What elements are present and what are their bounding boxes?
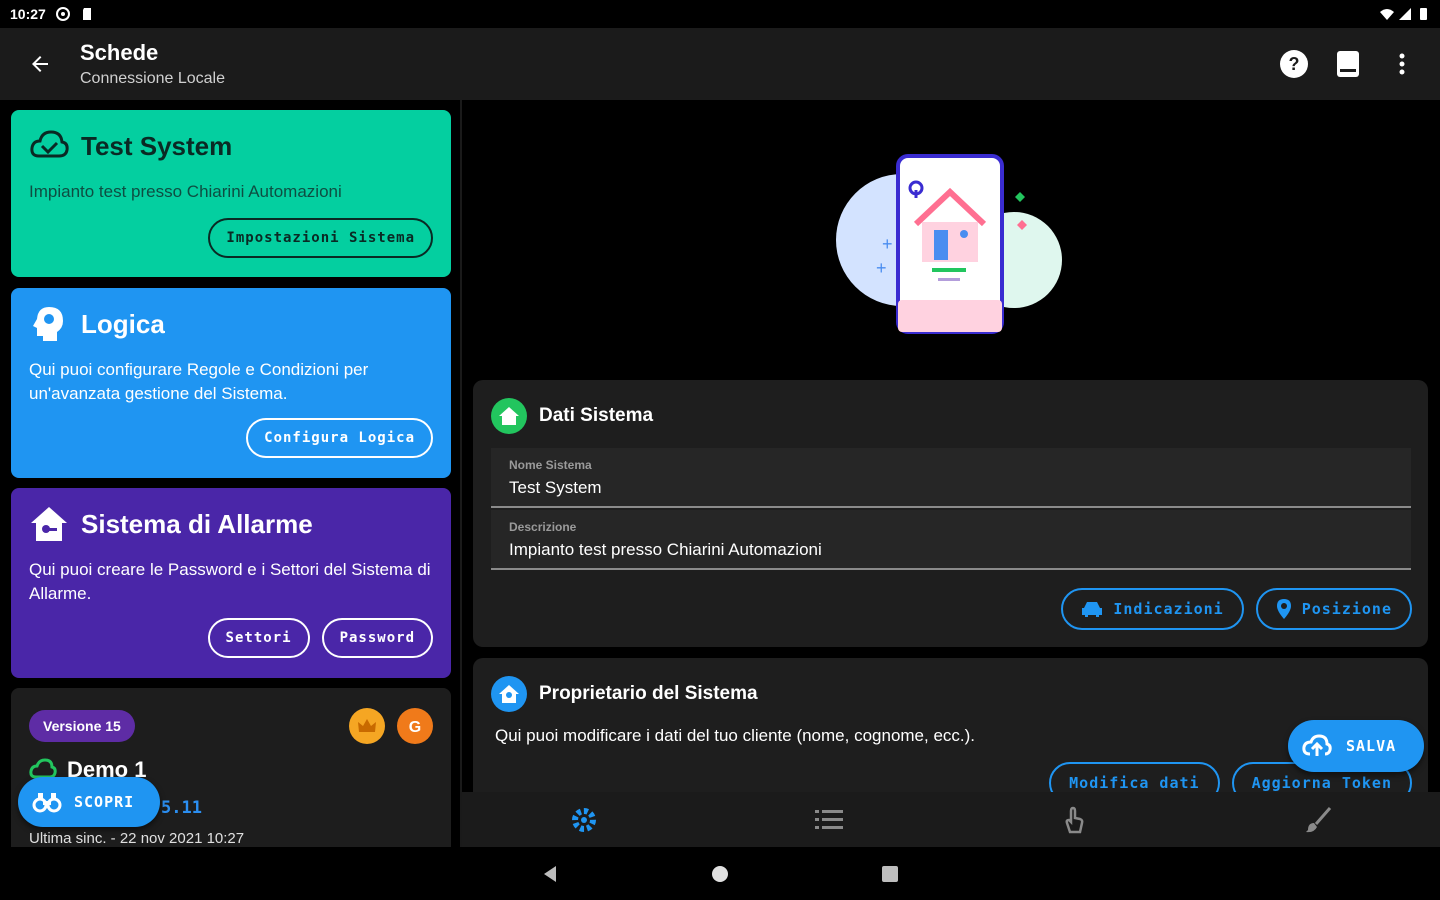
sync-icon xyxy=(55,7,70,21)
brush-icon xyxy=(1305,806,1331,832)
details-column: + + Dati Sistema Nome Sistema Test Syste… xyxy=(462,100,1440,847)
house-key-icon xyxy=(31,507,67,541)
posizione-button[interactable]: Posizione xyxy=(1255,588,1412,630)
nav-recents-button[interactable] xyxy=(880,864,900,884)
touch-icon xyxy=(1065,806,1084,833)
location-pin-icon xyxy=(1276,599,1291,619)
field-value: Test System xyxy=(509,478,602,497)
home-user-icon xyxy=(491,676,527,712)
svg-text:G: G xyxy=(409,719,421,736)
nav-home-button[interactable] xyxy=(710,864,730,884)
password-button[interactable]: Password xyxy=(321,618,433,658)
status-bar: 10:27 xyxy=(0,0,1440,28)
panel-title: Proprietario del Sistema xyxy=(539,683,758,704)
version-badge: Versione 15 xyxy=(29,710,135,742)
brain-head-icon xyxy=(33,307,63,341)
app-bar: Schede Connessione Locale ? xyxy=(0,28,1440,100)
card-title: Test System xyxy=(81,130,233,161)
sd-card-icon xyxy=(82,8,91,20)
manual-button[interactable] xyxy=(1332,48,1364,80)
signal-icon xyxy=(1399,8,1411,20)
last-sync: Ultima sinc. - 22 nov 2021 10:27 xyxy=(29,830,245,847)
more-options-button[interactable] xyxy=(1386,48,1418,80)
card-description: Qui puoi configurare Regole e Condizioni… xyxy=(29,360,369,403)
list-icon xyxy=(814,809,843,829)
svg-text:+: + xyxy=(882,234,893,254)
settings-icon xyxy=(572,807,597,832)
card-description: Impianto test presso Chiarini Automazion… xyxy=(29,182,342,201)
card-test-system: Test System Impianto test presso Chiarin… xyxy=(11,110,451,277)
arrow-back-icon xyxy=(32,56,48,72)
tab-brush[interactable] xyxy=(1196,792,1440,847)
tab-touch[interactable] xyxy=(951,792,1196,847)
page-subtitle: Connessione Locale xyxy=(80,70,225,87)
card-title: Sistema di Allarme xyxy=(81,508,313,539)
nome-sistema-field[interactable]: Nome Sistema Test System xyxy=(491,448,1411,508)
cloud-upload-icon xyxy=(1302,734,1332,756)
card-title: Logica xyxy=(81,308,165,339)
battery-icon xyxy=(1420,8,1427,20)
system-navigation-bar xyxy=(0,847,1440,900)
descrizione-field[interactable]: Descrizione Impianto test presso Chiarin… xyxy=(491,510,1411,570)
salva-fab[interactable]: SALVA xyxy=(1288,720,1424,772)
car-icon xyxy=(1082,602,1103,617)
dati-sistema-panel: Dati Sistema Nome Sistema Test System De… xyxy=(473,380,1428,647)
field-value: Impianto test presso Chiarini Automazion… xyxy=(509,540,822,559)
smart-home-illustration: + + xyxy=(836,154,1062,334)
scopri-label: SCOPRI xyxy=(74,793,135,811)
card-logica: Logica Qui puoi configurare Regole e Con… xyxy=(11,288,451,478)
indicazioni-button[interactable]: Indicazioni xyxy=(1061,588,1244,630)
home-icon xyxy=(491,398,527,434)
system-ip: 5.11 xyxy=(161,798,202,818)
tab-settings[interactable] xyxy=(462,792,707,847)
cards-column: Test System Impianto test presso Chiarin… xyxy=(0,100,460,847)
panel-description: Qui puoi modificare i dati del tuo clien… xyxy=(495,726,976,745)
google-assistant-icon: G xyxy=(397,708,433,744)
tab-list[interactable] xyxy=(707,792,952,847)
more-vert-icon xyxy=(1399,53,1405,75)
card-description: Qui puoi creare le Password e i Settori … xyxy=(29,560,431,603)
scopri-fab[interactable]: SCOPRI xyxy=(18,777,160,827)
settori-button[interactable]: Settori xyxy=(207,618,310,658)
nav-back-button[interactable] xyxy=(540,864,560,884)
field-label: Descrizione xyxy=(509,520,577,534)
cloud-check-icon xyxy=(30,130,69,158)
crown-icon xyxy=(349,708,385,744)
wifi-icon xyxy=(1380,9,1394,20)
binoculars-icon xyxy=(32,793,62,813)
help-button[interactable]: ? xyxy=(1278,48,1310,80)
svg-text:+: + xyxy=(876,258,887,278)
bottom-navigation xyxy=(462,792,1440,847)
field-label: Nome Sistema xyxy=(509,458,592,472)
panel-title: Dati Sistema xyxy=(539,405,654,426)
page-title: Schede xyxy=(80,40,159,65)
back-button[interactable] xyxy=(0,28,80,100)
status-time: 10:27 xyxy=(10,6,46,22)
configura-logica-button[interactable]: Configura Logica xyxy=(246,418,433,458)
impostazioni-sistema-button[interactable]: Impostazioni Sistema xyxy=(208,218,433,258)
book-icon xyxy=(1337,51,1359,77)
svg-text:?: ? xyxy=(1289,54,1300,74)
help-icon: ? xyxy=(1280,50,1308,78)
card-sistema-allarme: Sistema di Allarme Qui puoi creare le Pa… xyxy=(11,488,451,678)
salva-label: SALVA xyxy=(1346,737,1397,755)
